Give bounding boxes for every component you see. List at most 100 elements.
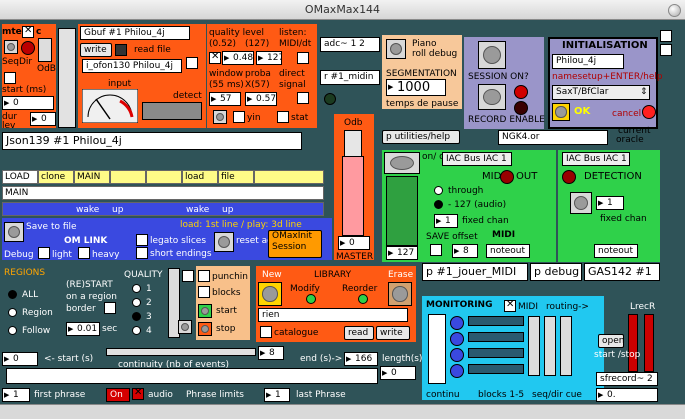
- init-toggle-2[interactable]: [660, 44, 672, 56]
- segmentation-number[interactable]: 1000: [386, 79, 446, 96]
- start-bang[interactable]: [198, 304, 212, 318]
- debug-heavy-toggle[interactable]: [78, 247, 90, 259]
- library-menu[interactable]: rien: [258, 308, 408, 322]
- block4-led[interactable]: [450, 364, 464, 378]
- new-bang[interactable]: [258, 282, 282, 306]
- write-button[interactable]: write: [80, 43, 112, 57]
- regions-region-radio[interactable]: [8, 308, 17, 317]
- block2-led[interactable]: [450, 332, 464, 346]
- monitoring-midi-toggle[interactable]: [504, 299, 516, 312]
- quality-number-2[interactable]: 127: [256, 51, 282, 65]
- grid-load2-cell[interactable]: load: [182, 170, 218, 184]
- grid-file-cell[interactable]: file: [218, 170, 254, 184]
- proba-number[interactable]: 0.57: [245, 92, 277, 106]
- reset-agent-bang[interactable]: [214, 232, 234, 252]
- save-bang[interactable]: [4, 222, 24, 242]
- record-bang[interactable]: [478, 84, 506, 110]
- quality-2-radio[interactable]: [132, 298, 141, 307]
- window-zoom-icon[interactable]: [668, 4, 681, 17]
- quality-3-radio[interactable]: [132, 312, 141, 321]
- yin-toggle[interactable]: [233, 111, 245, 123]
- fixed-chan2-number[interactable]: 1: [596, 196, 624, 210]
- quality-number-1[interactable]: 0.48: [222, 51, 254, 65]
- punchin-toggle[interactable]: [198, 270, 210, 282]
- grid-main-cell[interactable]: MAIN: [74, 170, 110, 184]
- detection-bang[interactable]: [570, 192, 592, 214]
- session-bang[interactable]: [478, 41, 506, 69]
- block1-slider[interactable]: [468, 316, 524, 326]
- debug-light-toggle[interactable]: [38, 247, 50, 259]
- grid-clone-cell[interactable]: clone: [38, 170, 74, 184]
- seqdir-bang[interactable]: [4, 40, 18, 54]
- block4-slider[interactable]: [468, 364, 524, 374]
- utilities-help-button[interactable]: p utilities/help: [382, 130, 460, 144]
- write-library-button[interactable]: write: [376, 326, 410, 340]
- read-toggle[interactable]: [186, 57, 198, 69]
- grid-cell[interactable]: [146, 170, 182, 184]
- audio-on-menu[interactable]: On: [106, 388, 130, 402]
- fixed-chan-number[interactable]: 1: [434, 214, 458, 228]
- end-s-number[interactable]: 166: [344, 352, 378, 366]
- phrase-timeline[interactable]: [6, 368, 378, 384]
- regions-follow-radio[interactable]: [8, 326, 17, 335]
- read-button[interactable]: read: [344, 326, 374, 340]
- signal-toggle[interactable]: [297, 92, 309, 104]
- master-slider[interactable]: [342, 156, 364, 236]
- catalogue-toggle[interactable]: [260, 326, 272, 338]
- start-ms-number[interactable]: 0: [2, 96, 54, 110]
- blocks-toggle[interactable]: [198, 286, 210, 298]
- through-radio[interactable]: [434, 186, 443, 195]
- write-toggle[interactable]: [115, 44, 127, 56]
- midi-on-bang[interactable]: [384, 152, 420, 174]
- init-toggle[interactable]: [660, 30, 672, 42]
- start-s-number[interactable]: 0: [2, 352, 38, 366]
- save-offset-number[interactable]: 8: [452, 244, 478, 258]
- piano-roll-bang[interactable]: [386, 39, 406, 59]
- midi-out-menu[interactable]: IAC Bus IAC 1: [562, 152, 630, 166]
- save-offset-toggle[interactable]: [430, 244, 442, 256]
- block1-led[interactable]: [450, 316, 464, 330]
- open-button[interactable]: open: [598, 334, 624, 348]
- lev-number[interactable]: 0: [30, 112, 56, 126]
- horizontal-scrollbar[interactable]: [0, 404, 685, 419]
- punch-left-toggle[interactable]: [182, 270, 194, 282]
- start-toggle[interactable]: [4, 72, 16, 84]
- omaxinit-session-button[interactable]: OMaxInit Session: [268, 230, 322, 258]
- cancel-led[interactable]: [642, 105, 656, 119]
- modify-led[interactable]: [306, 294, 316, 304]
- instrument-menu[interactable]: SaxT/BfClar: [552, 85, 650, 100]
- midi-in-menu[interactable]: IAC Bus IAC 1: [442, 152, 512, 166]
- audio-toggle[interactable]: [132, 387, 144, 400]
- quality-4-radio[interactable]: [132, 326, 141, 335]
- session-name-field[interactable]: Philou_4j: [552, 54, 624, 69]
- audio-radio[interactable]: [434, 200, 443, 209]
- ok-bang[interactable]: [552, 103, 570, 121]
- gain-slider[interactable]: [58, 28, 76, 128]
- block3-led[interactable]: [450, 348, 464, 362]
- midi-listen-toggle[interactable]: [297, 52, 309, 64]
- continuity-slider[interactable]: [106, 348, 256, 356]
- quality-toggle[interactable]: [209, 51, 221, 64]
- seq-dir-slider-1[interactable]: [528, 316, 540, 376]
- regions-all-radio[interactable]: [8, 290, 17, 299]
- midi-in-slider[interactable]: [386, 176, 418, 246]
- midi-in-number[interactable]: 127: [386, 246, 418, 260]
- continu-slider[interactable]: [428, 314, 446, 384]
- sec-number[interactable]: 0.01: [66, 322, 100, 336]
- punch-bang[interactable]: [178, 320, 192, 334]
- yin-bang[interactable]: [213, 110, 227, 124]
- pdebug-button[interactable]: p debug: [530, 263, 582, 281]
- window-number[interactable]: 57: [209, 92, 241, 106]
- grid-wake-row[interactable]: [2, 202, 324, 216]
- first-phrase-number[interactable]: 1: [2, 388, 30, 402]
- block3-slider[interactable]: [468, 348, 524, 358]
- master-number[interactable]: 0: [338, 236, 370, 250]
- quality-1-radio[interactable]: [132, 284, 141, 293]
- stat-toggle[interactable]: [277, 111, 289, 123]
- stop-bang[interactable]: [198, 322, 212, 336]
- grid-cell[interactable]: [110, 170, 146, 184]
- erase-bang[interactable]: [388, 282, 412, 306]
- sfrecord-number[interactable]: 0.: [596, 388, 658, 402]
- continuity-number[interactable]: 8: [258, 346, 284, 360]
- mte-toggle[interactable]: [22, 25, 34, 38]
